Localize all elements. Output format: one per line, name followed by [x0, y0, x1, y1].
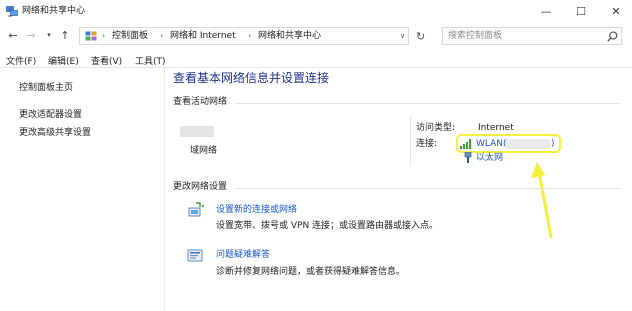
- access-type-label: 访问类型:: [416, 123, 456, 133]
- breadcrumb-separator: ›: [102, 31, 106, 40]
- breadcrumb-separator: ›: [248, 31, 252, 40]
- menu-file[interactable]: 文件(F): [6, 54, 36, 67]
- refresh-button[interactable]: ↻: [416, 30, 425, 43]
- page-title: 查看基本网络信息并设置连接: [173, 71, 330, 85]
- maximize-button[interactable]: ☐: [564, 0, 598, 22]
- close-button[interactable]: ✕: [599, 0, 632, 22]
- breadcrumb-separator: ›: [160, 31, 164, 40]
- sidebar-item-adapter-settings[interactable]: 更改适配器设置: [19, 109, 82, 121]
- vertical-divider: [410, 116, 411, 166]
- setup-new-connection-link[interactable]: 设置新的连接或网络: [216, 204, 297, 216]
- breadcrumb-sharing-center[interactable]: 网络和共享中心: [258, 31, 321, 42]
- recent-locations-button[interactable]: ▾: [42, 28, 56, 42]
- wlan-highlight-annotation: [456, 134, 561, 153]
- minimize-button[interactable]: —: [529, 0, 563, 22]
- connections-label: 连接:: [416, 139, 438, 149]
- setup-new-connection-desc: 设置宽带、拨号或 VPN 连接；或设置路由器或接入点。: [216, 221, 439, 231]
- menu-view[interactable]: 查看(V): [91, 54, 122, 67]
- address-bar[interactable]: › 控制面板 › 网络和 Internet › 网络和共享中心: [79, 27, 409, 45]
- new-connection-icon: [188, 202, 204, 217]
- search-input[interactable]: 搜索控制面板: [442, 27, 622, 45]
- menu-edit[interactable]: 编辑(E): [48, 54, 79, 67]
- breadcrumb-network-internet[interactable]: 网络和 Internet: [170, 31, 236, 42]
- up-button[interactable]: ↑: [58, 28, 72, 42]
- access-type-value: Internet: [478, 123, 514, 133]
- section-divider: [236, 188, 620, 189]
- network-sharing-icon: [6, 6, 18, 17]
- forward-button[interactable]: →: [24, 28, 38, 42]
- network-name-redacted: [180, 126, 214, 137]
- sidebar: 控制面板主页 更改适配器设置 更改高级共享设置: [0, 68, 165, 311]
- active-networks-heading: 查看活动网络: [173, 97, 228, 107]
- search-placeholder: 搜索控制面板: [448, 31, 503, 41]
- troubleshoot-desc: 诊断并修复网络问题，或者获得疑难解答信息。: [216, 267, 406, 277]
- title-bar: 网络和共享中心 — ☐ ✕: [0, 0, 632, 24]
- network-type: 域网络: [190, 146, 218, 156]
- breadcrumb-control-panel[interactable]: 控制面板: [112, 31, 148, 42]
- search-icon[interactable]: [607, 31, 618, 42]
- sidebar-item-control-panel-home[interactable]: 控制面板主页: [19, 82, 73, 94]
- troubleshoot-icon: [187, 249, 203, 262]
- section-divider: [235, 103, 620, 104]
- troubleshoot-link[interactable]: 问题疑难解答: [216, 249, 270, 261]
- window-title: 网络和共享中心: [22, 6, 86, 16]
- ethernet-icon: [464, 152, 472, 163]
- back-button[interactable]: ←: [6, 28, 20, 42]
- menu-bar: 文件(F) 编辑(E) 查看(V) 工具(T): [0, 52, 632, 68]
- change-settings-heading: 更改网络设置: [173, 182, 228, 192]
- address-dropdown-button[interactable]: ∨: [400, 32, 405, 40]
- ethernet-connection-link[interactable]: 以太网: [476, 152, 503, 164]
- control-panel-icon: [85, 31, 97, 41]
- menu-tools[interactable]: 工具(T): [135, 54, 166, 67]
- sidebar-item-advanced-sharing[interactable]: 更改高级共享设置: [19, 127, 91, 139]
